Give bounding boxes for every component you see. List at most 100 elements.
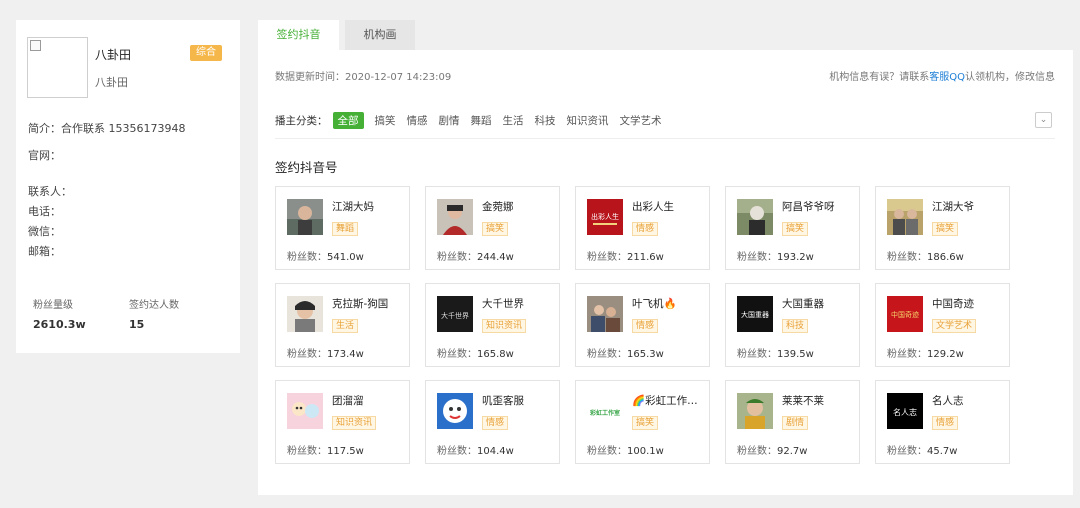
- account-avatar: 名人志: [887, 393, 923, 429]
- account-avatar: 大国重器: [737, 296, 773, 332]
- account-avatar: [437, 199, 473, 235]
- filter-drama[interactable]: 剧情: [439, 113, 460, 128]
- filter-literature-art[interactable]: 文学艺术: [620, 113, 662, 128]
- account-name: 大国重器: [782, 298, 824, 310]
- category-tag: 搞笑: [632, 416, 659, 430]
- fans-count: 粉丝数：117.5w: [287, 446, 364, 457]
- section-title: 签约抖音号: [275, 160, 338, 175]
- main-panel: 数据更新时间：2020-12-07 14:23:09 机构信息有误？请联系客服Q…: [258, 50, 1073, 495]
- account-avatar: [287, 296, 323, 332]
- category-tag: 文学艺术: [932, 319, 977, 333]
- filter-emotion[interactable]: 情感: [407, 113, 428, 128]
- account-name: 叶飞机🔥: [632, 298, 677, 310]
- fans-count: 粉丝数：541.0w: [287, 252, 364, 263]
- account-name: 团溜溜: [332, 395, 364, 407]
- feedback-note: 机构信息有误？请联系客服QQ认领机构，修改信息: [829, 68, 1055, 83]
- account-card[interactable]: 大国重器 大国重器 科技 粉丝数：139.5w: [725, 283, 860, 367]
- account-name: 阿昌爷爷呀: [782, 201, 835, 213]
- account-card[interactable]: 江湖大妈 舞蹈 粉丝数：541.0w: [275, 186, 410, 270]
- account-avatar: 大千世界: [437, 296, 473, 332]
- category-tag: 科技: [782, 319, 809, 333]
- org-email: 邮箱：: [28, 245, 61, 258]
- category-tag: 情感: [482, 416, 509, 430]
- fans-count: 粉丝数：244.4w: [437, 252, 514, 263]
- fans-level-label: 粉丝量级: [33, 300, 73, 311]
- account-name: 江湖大妈: [332, 201, 374, 213]
- account-card[interactable]: 团溜溜 知识资讯 粉丝数：117.5w: [275, 380, 410, 464]
- account-card[interactable]: 叽歪客服 情感 粉丝数：104.4w: [425, 380, 560, 464]
- category-tag: 剧情: [782, 416, 809, 430]
- account-card[interactable]: 莱莱不莱 剧情 粉丝数：92.7w: [725, 380, 860, 464]
- category-tag: 搞笑: [482, 222, 509, 236]
- svg-text:大国重器: 大国重器: [741, 310, 769, 319]
- account-card[interactable]: 克拉斯-狗国 生活 粉丝数：173.4w: [275, 283, 410, 367]
- account-avatar: 中国奇迹: [887, 296, 923, 332]
- filter-all[interactable]: 全部: [332, 112, 364, 129]
- svg-text:大千世界: 大千世界: [441, 311, 469, 320]
- tab-org-portrait[interactable]: 机构画像: [345, 20, 415, 71]
- org-wechat: 微信：: [28, 225, 61, 238]
- org-avatar: [27, 37, 88, 98]
- feedback-prefix: 机构信息有误？请联系: [829, 72, 930, 83]
- customer-service-qq-link[interactable]: 客服QQ: [929, 72, 965, 83]
- org-contact-person: 联系人：: [28, 185, 72, 198]
- update-time: 数据更新时间：2020-12-07 14:23:09: [275, 72, 452, 83]
- signed-count-value: 15: [129, 318, 145, 331]
- account-avatar: 出彩人生: [587, 199, 623, 235]
- org-profile-panel: 八卦田 八卦田 综合 简介：合作联系 15356173948 官网： 联系人： …: [16, 20, 240, 353]
- fans-level-value: 2610.3w: [33, 318, 86, 331]
- org-website: 官网：: [28, 149, 61, 162]
- account-name: 克拉斯-狗国: [332, 298, 389, 310]
- category-tag: 情感: [932, 416, 959, 430]
- account-name: 莱莱不莱: [782, 395, 824, 407]
- account-card[interactable]: 叶飞机🔥 情感 粉丝数：165.3w: [575, 283, 710, 367]
- fans-count: 粉丝数：211.6w: [587, 252, 664, 263]
- fans-count: 粉丝数：92.7w: [737, 446, 808, 457]
- filter-tech[interactable]: 科技: [535, 113, 556, 128]
- fans-count: 粉丝数：165.3w: [587, 349, 664, 360]
- account-card[interactable]: 江湖大爷 搞笑 粉丝数：186.6w: [875, 186, 1010, 270]
- account-name: 江湖大爷: [932, 201, 974, 213]
- svg-text:彩虹工作室: 彩虹工作室: [589, 409, 620, 417]
- account-avatar: [287, 199, 323, 235]
- account-avatar: 彩虹工作室: [587, 393, 623, 429]
- category-tag: 搞笑: [782, 222, 809, 236]
- category-tag: 知识资讯: [482, 319, 527, 333]
- account-avatar: [587, 296, 623, 332]
- category-filter-bar: 播主分类： 全部 搞笑 情感 剧情 舞蹈 生活 科技 知识资讯 文学艺术: [275, 112, 673, 129]
- org-intro: 简介：合作联系 15356173948: [28, 122, 186, 135]
- account-name: 叽歪客服: [482, 395, 524, 407]
- account-avatar: [737, 199, 773, 235]
- fans-count: 粉丝数：129.2w: [887, 349, 964, 360]
- account-card[interactable]: 大千世界 大千世界 知识资讯 粉丝数：165.8w: [425, 283, 560, 367]
- account-name: 大千世界: [482, 298, 524, 310]
- expand-filters-button[interactable]: ⌄: [1035, 112, 1052, 128]
- category-tag: 情感: [632, 222, 659, 236]
- fans-count: 粉丝数：173.4w: [287, 349, 364, 360]
- fans-count: 粉丝数：193.2w: [737, 252, 814, 263]
- filter-dance[interactable]: 舞蹈: [471, 113, 492, 128]
- filter-knowledge[interactable]: 知识资讯: [567, 113, 609, 128]
- account-name: 中国奇迹: [932, 298, 974, 310]
- org-sub-name: 八卦田: [95, 76, 128, 89]
- account-card[interactable]: 金菀娜 搞笑 粉丝数：244.4w: [425, 186, 560, 270]
- tab-signed-douyin[interactable]: 签约抖音号: [258, 20, 339, 71]
- account-card[interactable]: 出彩人生 出彩人生 情感 粉丝数：211.6w: [575, 186, 710, 270]
- svg-text:中国奇迹: 中国奇迹: [891, 310, 919, 319]
- feedback-suffix: 认领机构，修改信息: [965, 72, 1055, 83]
- account-card[interactable]: 阿昌爷爷呀 搞笑 粉丝数：193.2w: [725, 186, 860, 270]
- filter-funny[interactable]: 搞笑: [375, 113, 396, 128]
- org-type-badge: 综合: [190, 45, 222, 61]
- account-card[interactable]: 彩虹工作室 🌈彩虹工作室... 搞笑 粉丝数：100.1w: [575, 380, 710, 464]
- account-card[interactable]: 中国奇迹 中国奇迹 文学艺术 粉丝数：129.2w: [875, 283, 1010, 367]
- filter-life[interactable]: 生活: [503, 113, 524, 128]
- fans-count: 粉丝数：186.6w: [887, 252, 964, 263]
- account-card[interactable]: 名人志 名人志 情感 粉丝数：45.7w: [875, 380, 1010, 464]
- fans-count: 粉丝数：165.8w: [437, 349, 514, 360]
- account-avatar: [437, 393, 473, 429]
- divider: [275, 138, 1055, 139]
- filter-label: 播主分类：: [275, 115, 328, 127]
- fans-count: 粉丝数：139.5w: [737, 349, 814, 360]
- category-tag: 知识资讯: [332, 416, 377, 430]
- account-avatar: [887, 199, 923, 235]
